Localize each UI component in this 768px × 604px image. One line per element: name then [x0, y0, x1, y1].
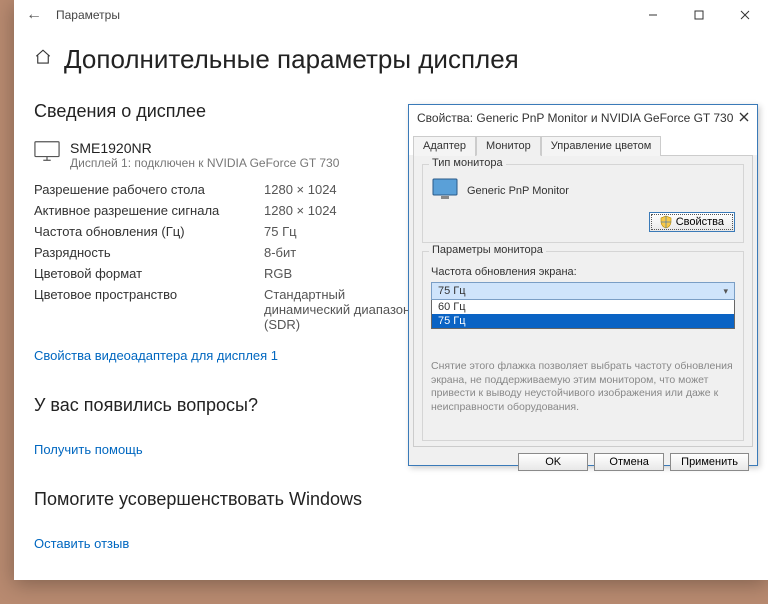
monitor-type-group: Тип монитора Generic PnP Monitor Свойств… — [422, 164, 744, 243]
monitor-icon — [34, 140, 60, 170]
monitor-params-label: Параметры монитора — [429, 244, 546, 256]
get-help-link[interactable]: Получить помощь — [34, 442, 143, 457]
refresh-hint: Снятие этого флажка позволяет выбрать ча… — [431, 360, 735, 415]
cancel-button[interactable]: Отмена — [594, 453, 664, 471]
dialog-close-button[interactable] — [739, 111, 749, 125]
window-controls — [630, 0, 768, 30]
dialog-titlebar: Свойства: Generic PnP Monitor и NVIDIA G… — [409, 105, 757, 131]
monitor-type-label: Тип монитора — [429, 157, 506, 169]
feedback-heading: Помогите усовершенствовать Windows — [34, 489, 748, 510]
tab-adapter[interactable]: Адаптер — [413, 136, 476, 156]
adapter-properties-link[interactable]: Свойства видеоадаптера для дисплея 1 — [34, 348, 278, 363]
maximize-button[interactable] — [676, 0, 722, 30]
tab-color[interactable]: Управление цветом — [541, 136, 662, 156]
ok-button[interactable]: OK — [518, 453, 588, 471]
tab-monitor[interactable]: Монитор — [476, 136, 541, 156]
refresh-rate-combo[interactable]: 75 Гц ▾ — [431, 282, 735, 300]
refresh-rate-label: Частота обновления экрана: — [431, 266, 735, 278]
monitor-name: SME1920NR — [70, 140, 339, 156]
monitor-properties-button[interactable]: Свойства — [649, 212, 735, 232]
dialog-title: Свойства: Generic PnP Monitor и NVIDIA G… — [417, 111, 739, 125]
back-button[interactable]: ← — [26, 6, 56, 24]
tab-body: Тип монитора Generic PnP Monitor Свойств… — [413, 155, 753, 447]
shield-icon — [660, 215, 672, 229]
minimize-button[interactable] — [630, 0, 676, 30]
refresh-rate-dropdown: 60 Гц 75 Гц — [431, 300, 735, 329]
refresh-option-60[interactable]: 60 Гц — [432, 300, 734, 314]
window-title: Параметры — [56, 8, 630, 22]
chevron-down-icon: ▾ — [723, 286, 728, 297]
monitor-small-icon — [431, 177, 459, 204]
monitor-subtext: Дисплей 1: подключен к NVIDIA GeForce GT… — [70, 156, 339, 170]
feedback-link[interactable]: Оставить отзыв — [34, 536, 129, 551]
home-icon[interactable] — [34, 48, 52, 71]
monitor-params-group: Параметры монитора Частота обновления эк… — [422, 251, 744, 441]
dialog-tabs: Адаптер Монитор Управление цветом — [409, 131, 757, 155]
close-button[interactable] — [722, 0, 768, 30]
refresh-option-75[interactable]: 75 Гц — [432, 314, 734, 328]
page-header: Дополнительные параметры дисплея — [34, 44, 748, 75]
monitor-properties-dialog: Свойства: Generic PnP Monitor и NVIDIA G… — [408, 104, 758, 466]
dialog-button-row: OK Отмена Применить — [409, 447, 757, 477]
apply-button[interactable]: Применить — [670, 453, 749, 471]
monitor-type-value: Generic PnP Monitor — [467, 185, 569, 197]
titlebar: ← Параметры — [14, 0, 768, 30]
page-title: Дополнительные параметры дисплея — [64, 44, 519, 75]
refresh-rate-selected: 75 Гц — [438, 285, 466, 297]
